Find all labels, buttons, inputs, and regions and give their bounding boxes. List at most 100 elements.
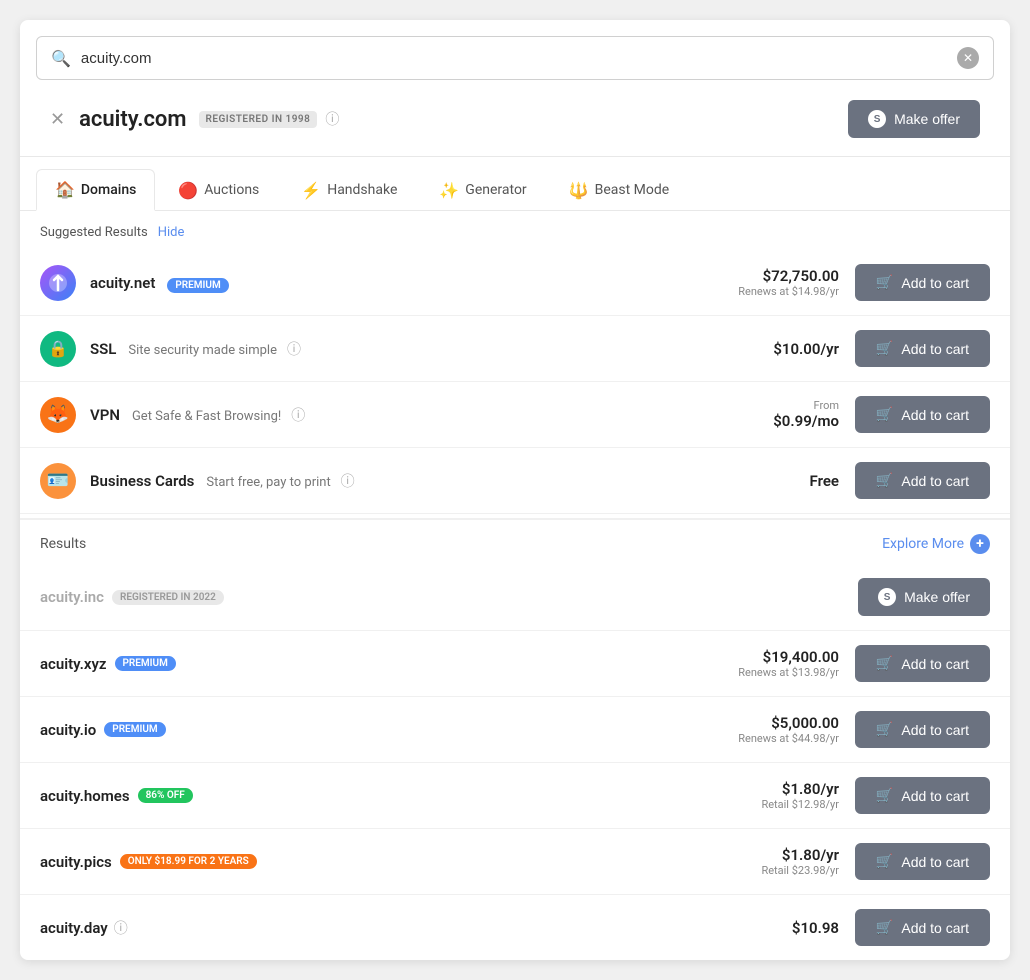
tabs-wrapper: 🏠 Domains 🔴 Auctions ⚡ Handshake ✨ Gener… (20, 157, 1010, 211)
acuity-day-add-cart-button[interactable]: 🛒 Add to cart (855, 909, 990, 946)
suggested-item-acuity-net: acuity.net PREMIUM $72,750.00 Renews at … (20, 250, 1010, 316)
acuity-pics-add-cart-label: Add to cart (901, 854, 969, 870)
ssl-info-icon[interactable]: ⓘ (287, 342, 301, 358)
acuity-homes-add-cart-button[interactable]: 🛒 Add to cart (855, 777, 990, 814)
tab-auctions[interactable]: 🔴 Auctions (159, 169, 278, 210)
result-item-acuity-xyz: acuity.xyz PREMIUM $19,400.00 Renews at … (20, 631, 1010, 697)
vpn-desc: Get Safe & Fast Browsing! (132, 409, 281, 424)
acuity-xyz-price: $19,400.00 Renews at $13.98/yr (738, 648, 839, 679)
main-domain-title: acuity.com (79, 107, 186, 132)
suggested-item-vpn: 🦊 VPN Get Safe & Fast Browsing! ⓘ From $… (20, 382, 1010, 448)
acuity-pics-price-main: $1.80/yr (761, 846, 839, 864)
results-label: Results (40, 536, 86, 552)
business-cards-price: Free (810, 472, 839, 490)
acuity-net-add-cart-button[interactable]: 🛒 Add to cart (855, 264, 990, 301)
ssl-add-cart-label: Add to cart (901, 341, 969, 357)
business-cards-icon: 🪪 (47, 470, 69, 491)
cart-icon-vpn: 🛒 (876, 406, 893, 423)
acuity-io-add-cart-label: Add to cart (901, 722, 969, 738)
acuity-net-name: acuity.net (90, 274, 155, 292)
acuity-xyz-add-cart-button[interactable]: 🛒 Add to cart (855, 645, 990, 682)
ssl-info: SSL Site security made simple ⓘ (90, 339, 301, 359)
vpn-icon: 🦊 (47, 404, 69, 425)
tab-handshake-label: Handshake (327, 182, 397, 198)
acuity-xyz-add-cart-label: Add to cart (901, 656, 969, 672)
main-container: 🔍 acuity.com ✕ ✕ acuity.com REGISTERED I… (20, 20, 1010, 960)
ssl-desc: Site security made simple (128, 343, 277, 358)
acuity-io-name: acuity.io (40, 721, 96, 739)
business-cards-logo: 🪪 (40, 463, 76, 499)
cart-icon-ssl: 🛒 (876, 340, 893, 357)
acuity-homes-name: acuity.homes (40, 787, 130, 805)
acuity-io-add-cart-button[interactable]: 🛒 Add to cart (855, 711, 990, 748)
business-cards-info-icon[interactable]: ⓘ (341, 474, 355, 490)
acuity-xyz-price-sub: Renews at $13.98/yr (738, 666, 839, 679)
search-bar: 🔍 acuity.com ✕ (36, 36, 994, 80)
acuity-day-name: acuity.day (40, 919, 108, 937)
cart-icon-homes: 🛒 (876, 787, 893, 804)
acuity-day-info-icon[interactable]: ⓘ (114, 918, 128, 938)
acuity-net-price-main: $72,750.00 (738, 267, 839, 285)
result-item-acuity-homes: acuity.homes 86% OFF $1.80/yr Retail $12… (20, 763, 1010, 829)
business-cards-add-cart-button[interactable]: 🛒 Add to cart (855, 462, 990, 499)
acuity-net-price: $72,750.00 Renews at $14.98/yr (738, 267, 839, 298)
acuity-net-price-sub: Renews at $14.98/yr (738, 285, 839, 298)
acuity-day-add-cart-label: Add to cart (901, 920, 969, 936)
acuity-inc-make-offer-label: Make offer (904, 589, 970, 605)
search-input[interactable]: acuity.com (81, 50, 957, 67)
business-cards-name: Business Cards (90, 472, 194, 490)
tab-generator[interactable]: ✨ Generator (420, 169, 545, 210)
vpn-info-icon[interactable]: ⓘ (291, 408, 305, 424)
acuity-xyz-price-main: $19,400.00 (738, 648, 839, 666)
suggested-item-business-cards: 🪪 Business Cards Start free, pay to prin… (20, 448, 1010, 514)
result-item-acuity-inc: acuity.inc REGISTERED IN 2022 S Make off… (20, 564, 1010, 631)
tab-handshake[interactable]: ⚡ Handshake (282, 169, 416, 210)
ssl-icon: 🔒 (48, 339, 68, 358)
acuity-inc-make-offer-button[interactable]: S Make offer (858, 578, 990, 616)
ssl-add-cart-button[interactable]: 🛒 Add to cart (855, 330, 990, 367)
acuity-day-price: $10.98 (792, 919, 839, 937)
ssl-price: $10.00/yr (773, 340, 839, 358)
acuity-net-info: acuity.net PREMIUM (90, 273, 229, 292)
search-icon: 🔍 (51, 49, 71, 68)
tab-auctions-label: Auctions (204, 182, 259, 198)
acuity-homes-off-badge: 86% OFF (138, 788, 193, 803)
search-clear-button[interactable]: ✕ (957, 47, 979, 69)
vpn-logo: 🦊 (40, 397, 76, 433)
suggested-label: Suggested Results (40, 225, 148, 240)
acuity-pics-add-cart-button[interactable]: 🛒 Add to cart (855, 843, 990, 880)
acuity-net-logo (40, 265, 76, 301)
acuity-xyz-name: acuity.xyz (40, 655, 107, 673)
tab-domains[interactable]: 🏠 Domains (36, 169, 155, 211)
close-icon[interactable]: ✕ (50, 109, 65, 130)
acuity-day-price-main: $10.98 (792, 919, 839, 937)
main-result-row: ✕ acuity.com REGISTERED IN 1998 ⓘ S Make… (36, 90, 994, 148)
acuity-io-price: $5,000.00 Renews at $44.98/yr (738, 714, 839, 745)
vpn-add-cart-button[interactable]: 🛒 Add to cart (855, 396, 990, 433)
sedo-icon-inc: S (878, 588, 896, 606)
acuity-pics-price-sub: Retail $23.98/yr (761, 864, 839, 877)
acuity-inc-name: acuity.inc (40, 588, 104, 606)
tab-beastmode[interactable]: 🔱 Beast Mode (550, 169, 689, 210)
tab-generator-label: Generator (465, 182, 526, 198)
main-make-offer-button[interactable]: S Make offer (848, 100, 980, 138)
acuity-pics-name: acuity.pics (40, 853, 112, 871)
explore-more-button[interactable]: Explore More + (882, 534, 990, 554)
acuity-net-premium-badge: PREMIUM (167, 278, 228, 293)
vpn-price-from: From (773, 399, 839, 412)
cart-icon-day: 🛒 (876, 919, 893, 936)
tabs-container: 🏠 Domains 🔴 Auctions ⚡ Handshake ✨ Gener… (36, 169, 994, 210)
tab-beastmode-label: Beast Mode (595, 182, 670, 198)
cart-icon-pics: 🛒 (876, 853, 893, 870)
acuity-io-premium-badge: PREMIUM (104, 722, 165, 737)
info-icon[interactable]: ⓘ (325, 109, 339, 129)
vpn-add-cart-label: Add to cart (901, 407, 969, 423)
vpn-price: From $0.99/mo (773, 399, 839, 430)
acuity-homes-price-sub: Retail $12.98/yr (761, 798, 839, 811)
business-cards-price-main: Free (810, 472, 839, 490)
hide-link[interactable]: Hide (158, 225, 185, 240)
main-make-offer-label: Make offer (894, 111, 960, 127)
cart-icon-bc: 🛒 (876, 472, 893, 489)
beastmode-tab-icon: 🔱 (569, 181, 589, 200)
vpn-info: VPN Get Safe & Fast Browsing! ⓘ (90, 405, 305, 425)
